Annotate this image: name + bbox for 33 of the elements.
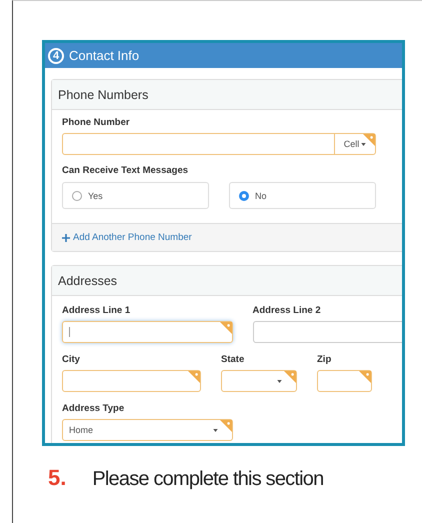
phone-number-field[interactable]: Cell — [62, 133, 376, 155]
radio-button[interactable] — [239, 190, 249, 200]
step-number-badge: 4 — [48, 48, 64, 64]
radio-button[interactable] — [72, 190, 82, 200]
field-label: Phone Number — [62, 117, 131, 129]
caret-icon — [277, 380, 282, 383]
radio-option[interactable]: No — [229, 182, 376, 209]
step-instruction: Please complete this section — [92, 468, 324, 491]
text-field[interactable] — [62, 370, 201, 392]
radio-label: Yes — [88, 190, 103, 200]
field-label: State — [221, 354, 246, 366]
phone-type-dropdown[interactable]: Cell — [334, 134, 375, 154]
step-number: 5. — [48, 465, 66, 491]
panel-title: Addresses — [58, 274, 118, 288]
panel-title: Phone Numbers — [58, 88, 148, 102]
field-label: Can Receive Text Messages — [62, 165, 190, 177]
field-label: Address Line 2 — [252, 305, 322, 317]
field-label: Address Type — [62, 403, 126, 415]
text-field[interactable] — [252, 321, 402, 343]
field-label: Address Line 1 — [62, 305, 132, 317]
add-phone-link[interactable]: Add Another Phone Number — [62, 232, 192, 243]
caret-icon — [213, 429, 218, 432]
text-field[interactable] — [62, 321, 232, 343]
text-field[interactable] — [317, 370, 372, 392]
select-field[interactable]: Home — [62, 419, 233, 441]
plus-icon — [62, 234, 70, 242]
field-label: City — [62, 354, 81, 366]
radio-label: No — [255, 190, 267, 200]
radio-option[interactable]: Yes — [62, 182, 209, 209]
section-title: Contact Info — [69, 48, 140, 63]
caret-icon — [361, 142, 366, 146]
select-field[interactable] — [221, 370, 297, 392]
field-label: Zip — [317, 354, 332, 366]
